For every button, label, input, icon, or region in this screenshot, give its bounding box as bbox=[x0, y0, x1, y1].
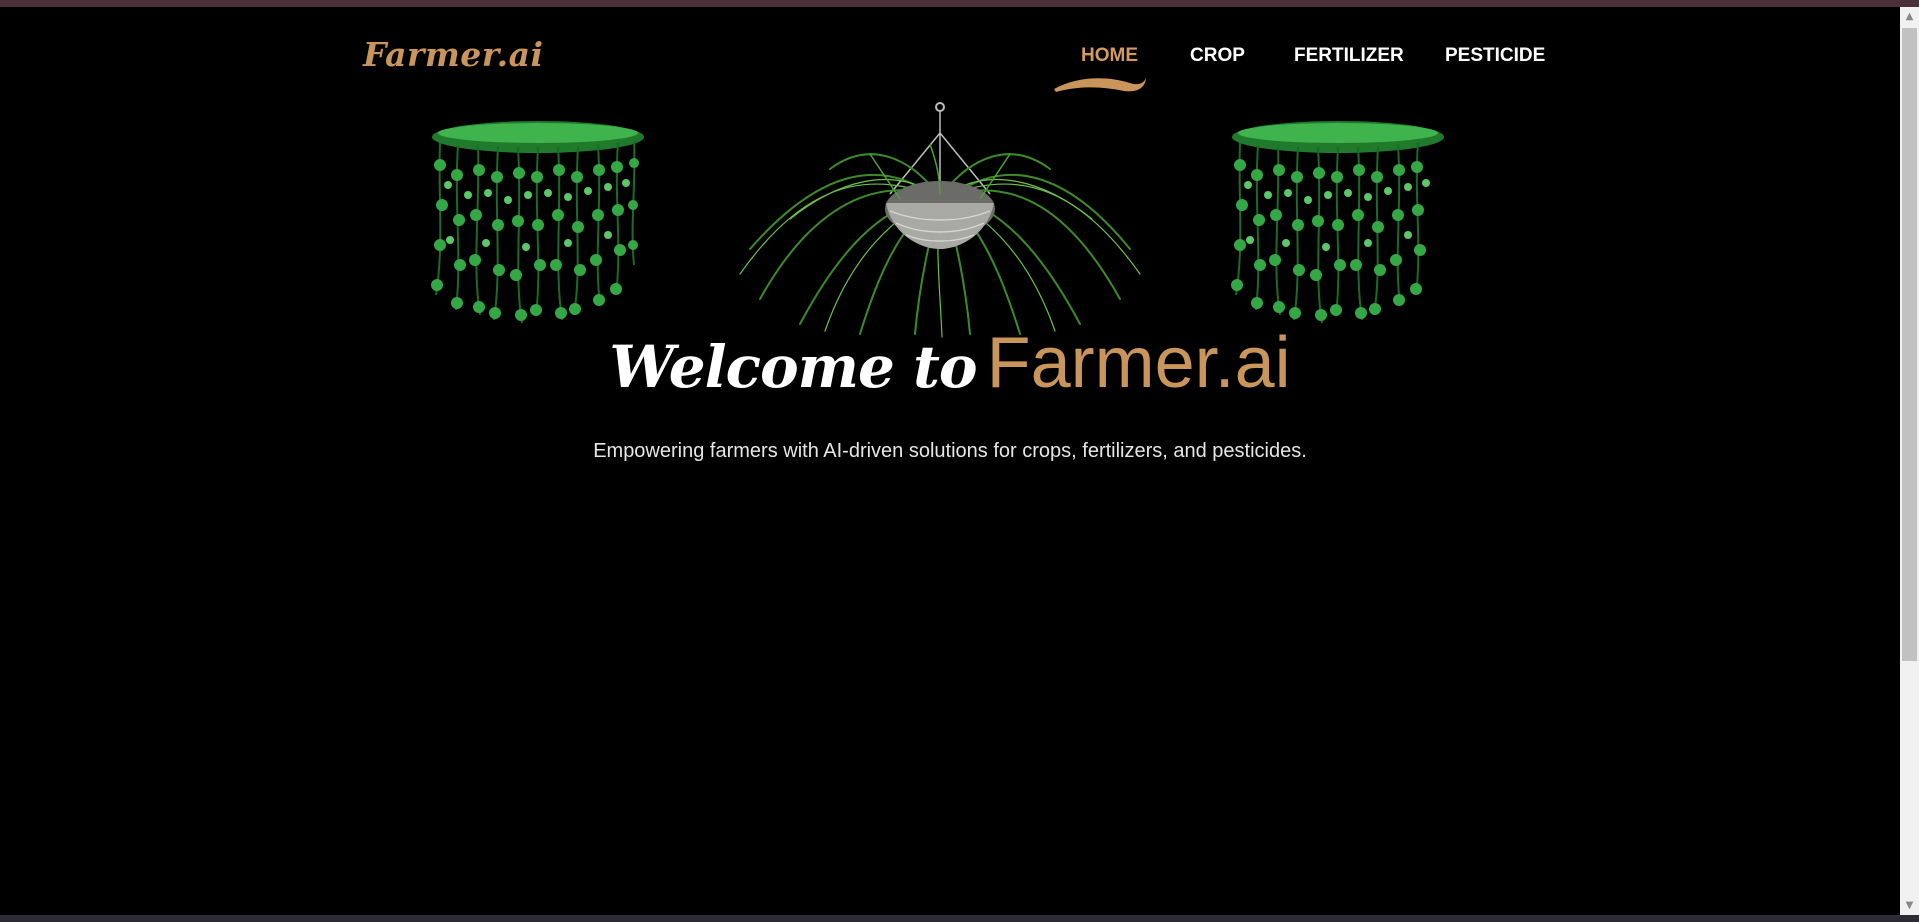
hero-tagline: Empowering farmers with AI-driven soluti… bbox=[593, 440, 1307, 462]
hero-headline: Welcome to Farmer.ai bbox=[0, 322, 1900, 404]
vertical-scrollbar[interactable]: ▲ ▼ bbox=[1900, 7, 1919, 915]
hanging-vine-left-icon bbox=[431, 121, 644, 324]
hero-welcome-text: Welcome to bbox=[609, 333, 977, 401]
nav-fertilizer[interactable]: FERTILIZER bbox=[1294, 45, 1404, 67]
window-bottom-strip bbox=[0, 915, 1919, 922]
active-nav-swoosh-icon bbox=[1054, 77, 1146, 92]
window-top-strip bbox=[0, 0, 1919, 7]
nav-crop[interactable]: CROP bbox=[1190, 45, 1245, 67]
nav-home[interactable]: HOME bbox=[1081, 45, 1138, 67]
nav-pesticide[interactable]: PESTICIDE bbox=[1445, 45, 1545, 67]
hero-brand-text: Farmer.ai bbox=[986, 323, 1291, 403]
page: Farmer.ai HOME CROP FERTILIZER PESTICIDE bbox=[0, 7, 1900, 915]
hanging-vine-right-icon bbox=[1231, 121, 1444, 324]
scrollbar-thumb[interactable] bbox=[1902, 28, 1917, 661]
scroll-up-icon[interactable]: ▲ bbox=[1900, 7, 1919, 26]
hanging-basket-fern-icon bbox=[739, 102, 1141, 338]
brand-logo[interactable]: Farmer.ai bbox=[363, 35, 544, 74]
scroll-down-icon[interactable]: ▼ bbox=[1900, 896, 1919, 915]
